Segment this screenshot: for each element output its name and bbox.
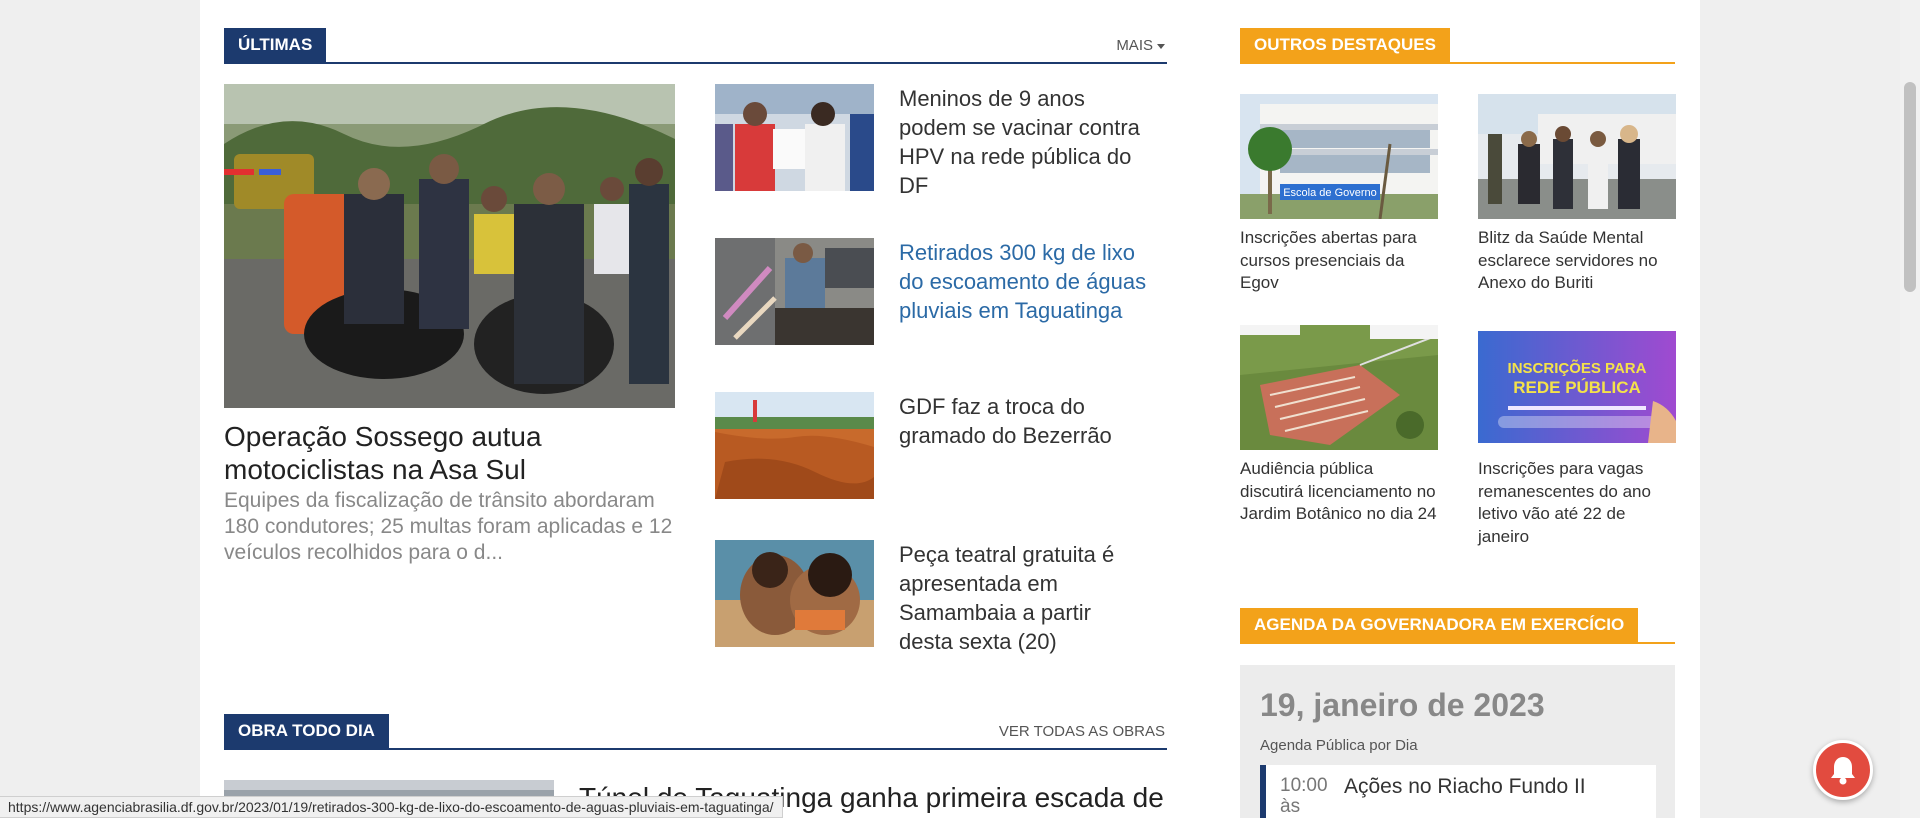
news-title-hpv[interactable]: Meninos de 9 anos podem se vacinar contr… xyxy=(899,84,1149,200)
destaque-title-egov[interactable]: Inscrições abertas para cursos presencia… xyxy=(1240,227,1438,295)
destaque-image-inscricoes[interactable]: INSCRIÇÕES PARA REDE PÚBLICA xyxy=(1478,331,1676,443)
news-title-teatro[interactable]: Peça teatral gratuita é apresentada em S… xyxy=(899,540,1149,656)
destaque-image-jardim[interactable] xyxy=(1240,325,1438,450)
news-image-bezerrao[interactable] xyxy=(715,392,874,499)
news-image-lixo[interactable] xyxy=(715,238,874,345)
destaque-image-egov[interactable]: Escola de Governo xyxy=(1240,94,1438,219)
page-content: ÚLTIMAS MAIS Operação Sossego autua moto… xyxy=(200,0,1700,818)
vertical-scrollbar[interactable] xyxy=(1900,0,1920,818)
destaque-image-blitz[interactable] xyxy=(1478,94,1676,219)
inscricoes-banner-line2: REDE PÚBLICA xyxy=(1513,378,1641,397)
egov-sign-text: Escola de Governo xyxy=(1283,187,1377,199)
destaque-title-jardim[interactable]: Audiência pública discutirá licenciament… xyxy=(1240,458,1438,526)
outros-label: OUTROS DESTAQUES xyxy=(1240,28,1450,62)
news-title-lixo[interactable]: Retirados 300 kg de lixo do escoamento d… xyxy=(899,238,1149,325)
scrollbar-thumb[interactable] xyxy=(1904,82,1916,292)
obra-label: OBRA TODO DIA xyxy=(224,714,389,748)
destaque-title-inscricoes[interactable]: Inscrições para vagas remanescentes do a… xyxy=(1478,458,1676,548)
ultimas-label: ÚLTIMAS xyxy=(224,28,327,62)
destaque-title-blitz[interactable]: Blitz da Saúde Mental esclarece servidor… xyxy=(1478,227,1676,295)
feature-image[interactable] xyxy=(224,84,675,408)
inscricoes-banner-line1: INSCRIÇÕES PARA xyxy=(1508,359,1647,377)
feature-description: Equipes da fiscalização de trânsito abor… xyxy=(224,489,673,564)
ver-todas-obras-link[interactable]: VER TODAS AS OBRAS xyxy=(999,723,1165,740)
agenda-subtitle: Agenda Pública por Dia xyxy=(1260,737,1418,754)
agenda-box: 19, janeiro de 2023 Agenda Pública por D… xyxy=(1240,665,1675,818)
ultimas-section-header: ÚLTIMAS MAIS xyxy=(224,28,1167,64)
outros-section-header: OUTROS DESTAQUES xyxy=(1240,28,1675,64)
news-image-hpv[interactable] xyxy=(715,84,874,191)
news-title-bezerrao[interactable]: GDF faz a troca do gramado do Bezerrão xyxy=(899,392,1149,450)
feature-title[interactable]: Operação Sossego autua motociclistas na … xyxy=(224,420,675,486)
notification-bell-button[interactable] xyxy=(1813,740,1873,800)
obra-section-header: OBRA TODO DIA VER TODAS AS OBRAS xyxy=(224,714,1167,750)
agenda-time-value: 10:00 xyxy=(1280,775,1328,796)
agenda-time-suffix: às xyxy=(1280,796,1301,817)
agenda-item[interactable]: 10:00 às Ações no Riacho Fundo II xyxy=(1260,765,1656,818)
mais-label: MAIS xyxy=(1116,37,1153,54)
news-image-teatro[interactable] xyxy=(715,540,874,647)
agenda-item-time: 10:00 às xyxy=(1280,775,1328,817)
caret-down-icon xyxy=(1157,43,1165,49)
agenda-date: 19, janeiro de 2023 xyxy=(1260,687,1545,723)
agenda-label: AGENDA DA GOVERNADORA EM EXERCÍCIO xyxy=(1240,608,1639,642)
agenda-item-title[interactable]: Ações no Riacho Fundo II xyxy=(1344,775,1586,799)
agenda-section-header: AGENDA DA GOVERNADORA EM EXERCÍCIO xyxy=(1240,608,1675,644)
status-bar-url: https://www.agenciabrasilia.df.gov.br/20… xyxy=(0,796,783,818)
mais-link[interactable]: MAIS xyxy=(1116,37,1165,54)
